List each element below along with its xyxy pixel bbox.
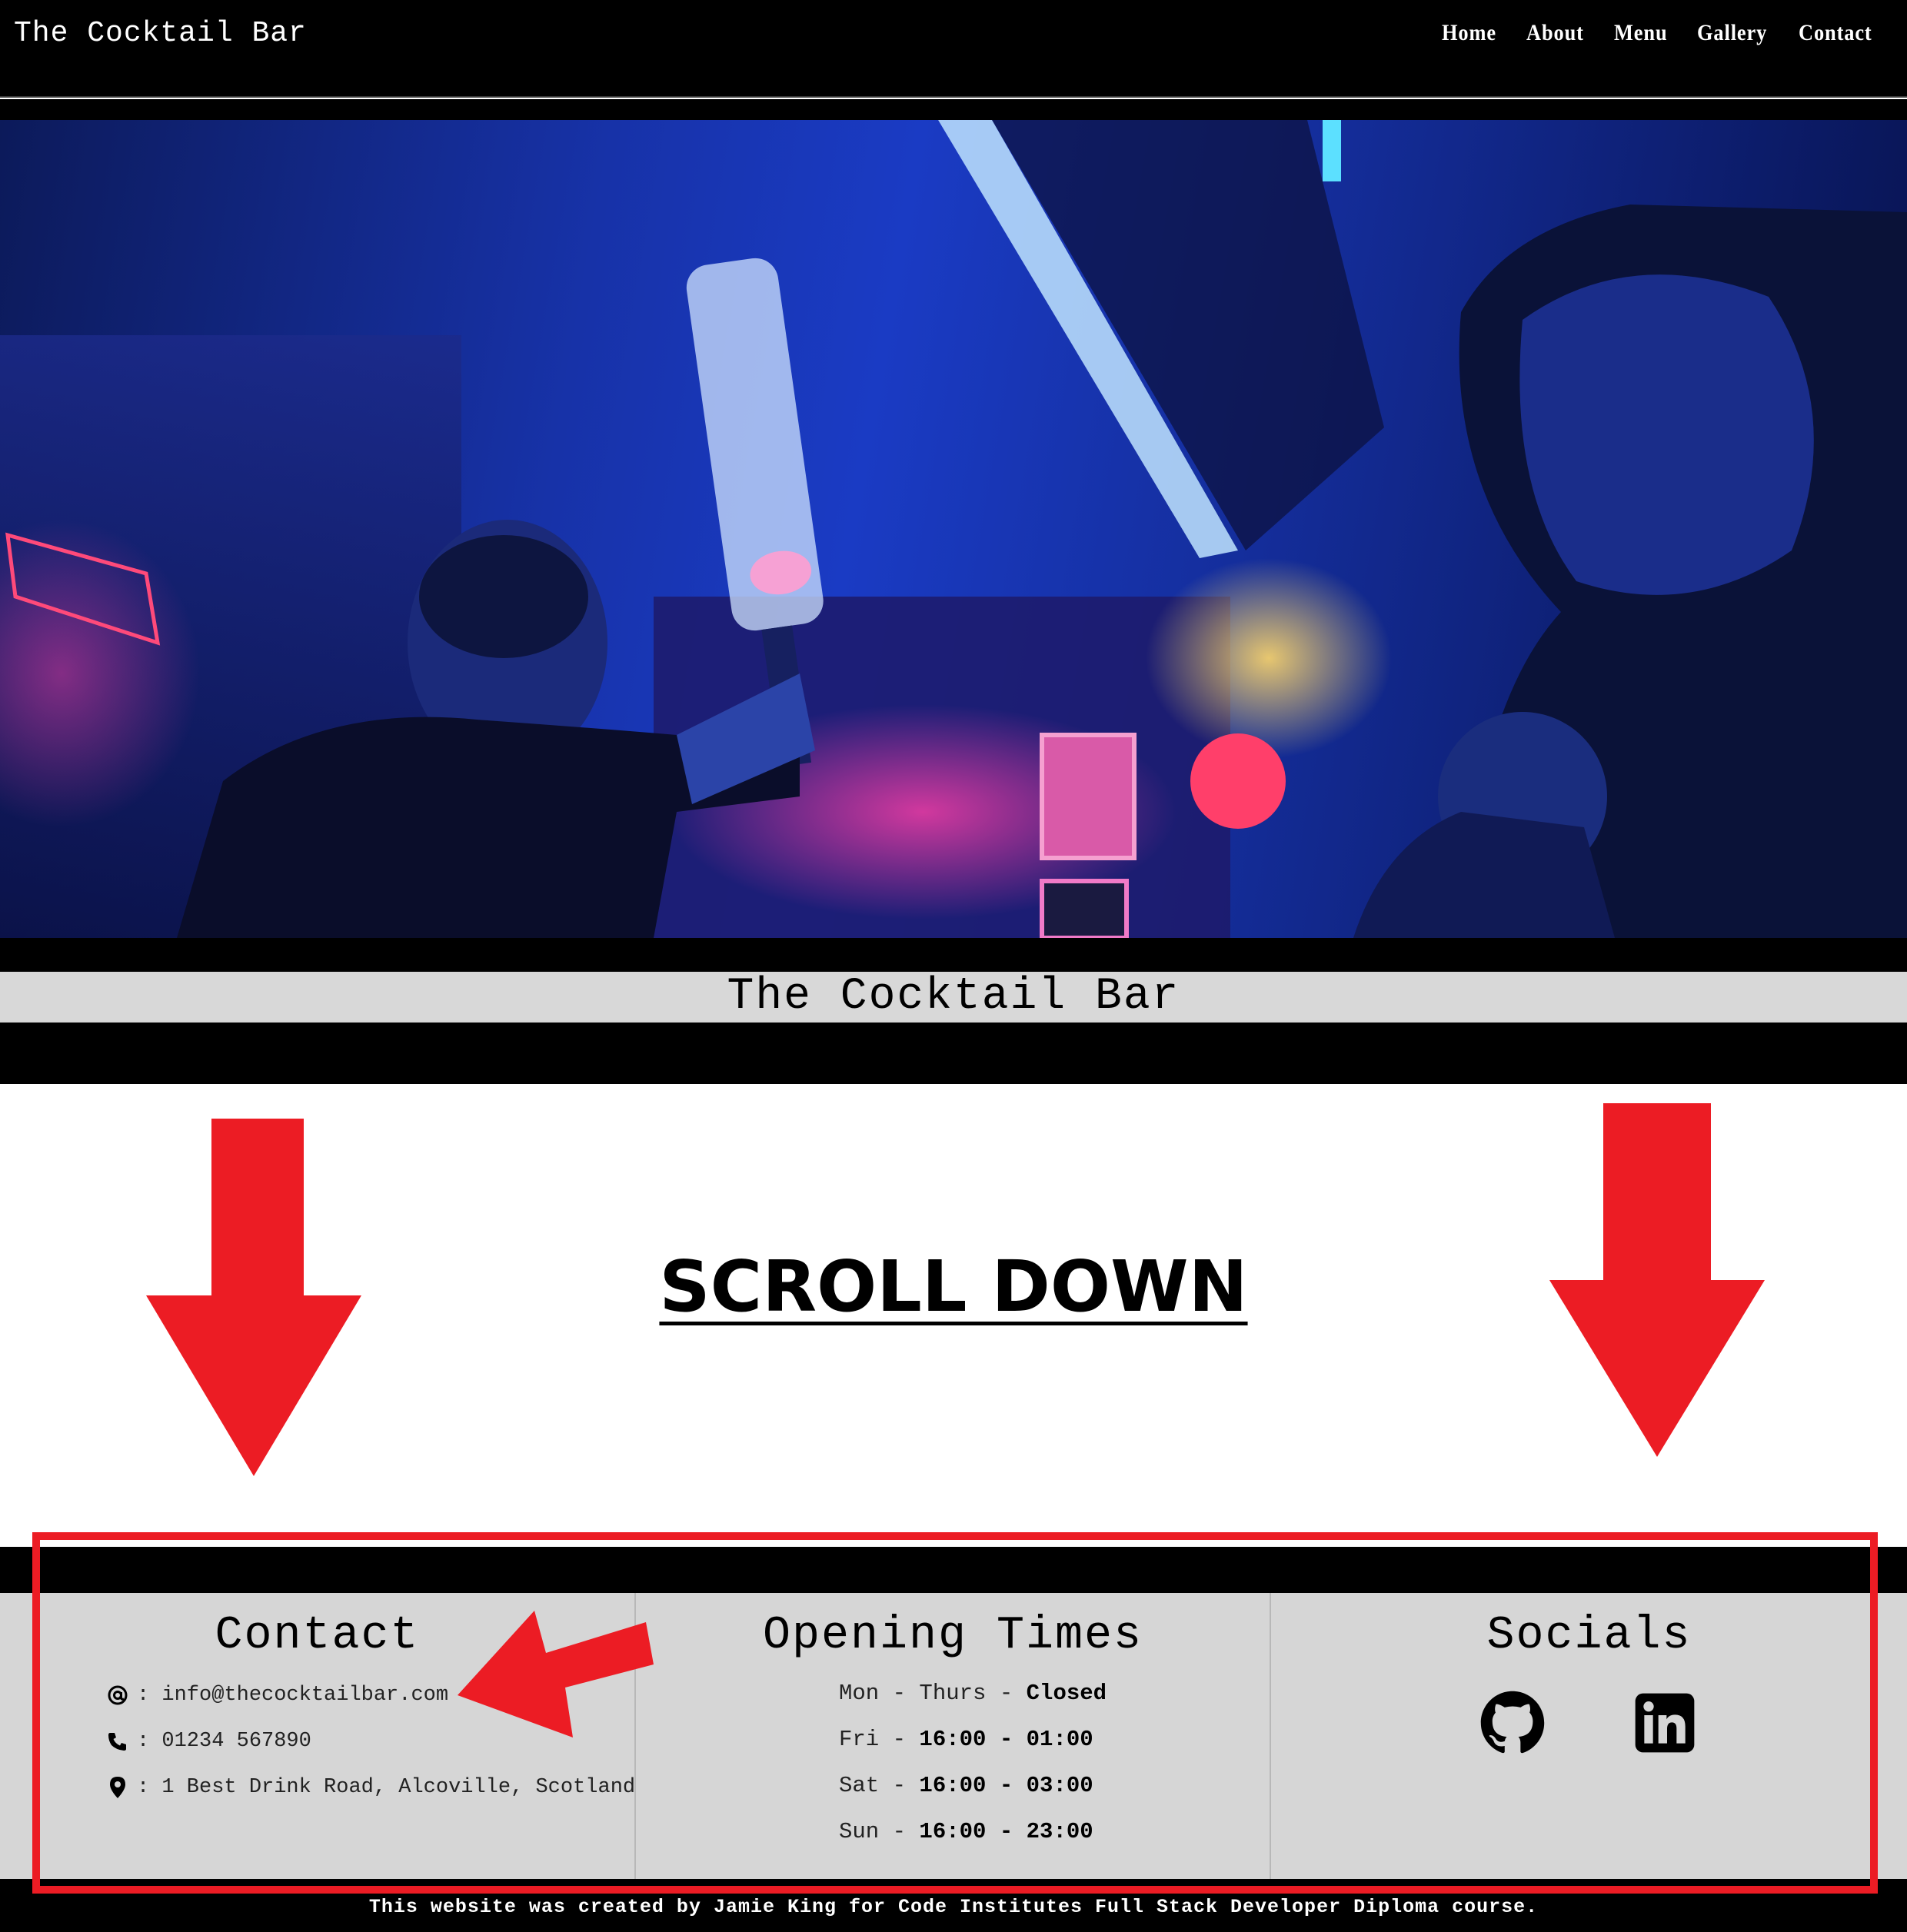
footer-top-band [0, 1547, 1907, 1593]
times-hours: 16:00 - 01:00 [919, 1727, 1093, 1752]
footer: Contact : info@thecocktailbar.com : 0123… [0, 1593, 1907, 1879]
contact-address: : 1 Best Drink Road, Alcoville, Scotland [137, 1776, 636, 1799]
contact-address-row: : 1 Best Drink Road, Alcoville, Scotland [106, 1776, 635, 1799]
location-pin-icon [106, 1776, 129, 1799]
contact-phone-row: : 01234 567890 [106, 1730, 311, 1753]
hero-title-bar: The Cocktail Bar [0, 972, 1907, 1023]
hero-image [0, 120, 1907, 938]
times-row-sat: Sat - 16:00 - 03:00 [839, 1773, 1093, 1798]
left-arrow-icon [458, 1611, 654, 1737]
nav-link-home[interactable]: Home [1442, 20, 1496, 46]
contact-email-row: : info@thecocktailbar.com [106, 1684, 448, 1707]
navbar: The Cocktail Bar Home About Menu Gallery… [0, 0, 1907, 98]
phone-icon [106, 1730, 129, 1753]
times-day: Sun - [839, 1819, 907, 1844]
contact-phone[interactable]: : 01234 567890 [137, 1730, 311, 1753]
times-row-sun: Sun - 16:00 - 23:00 [839, 1819, 1093, 1844]
scroll-down-label: SCROLL DOWN [659, 1245, 1248, 1328]
nav-link-about[interactable]: About [1526, 20, 1584, 46]
hero-bottom-band [0, 938, 1907, 972]
times-row-mon-thurs: Mon - Thurs - Closed [839, 1681, 1107, 1706]
opening-times-heading: Opening Times [762, 1610, 1143, 1662]
times-hours: Closed [1026, 1681, 1107, 1706]
nav-link-gallery[interactable]: Gallery [1697, 20, 1767, 46]
linkedin-icon[interactable] [1634, 1692, 1696, 1754]
nav-link-contact[interactable]: Contact [1799, 20, 1872, 46]
times-day: Sat - [839, 1773, 907, 1798]
footer-socials-column: Socials [1270, 1593, 1907, 1879]
hero-title: The Cocktail Bar [727, 972, 1180, 1022]
nav-links: Home About Menu Gallery Contact [1442, 20, 1882, 46]
socials-heading: Socials [1486, 1610, 1692, 1662]
times-row-fri: Fri - 16:00 - 01:00 [839, 1727, 1093, 1752]
credit-text: This website was created by Jamie King f… [368, 1896, 1539, 1918]
times-hours: 16:00 - 23:00 [919, 1819, 1093, 1844]
times-hours: 16:00 - 03:00 [919, 1773, 1093, 1798]
navbar-divider [0, 99, 1907, 120]
nav-link-menu[interactable]: Menu [1614, 20, 1668, 46]
times-day: Mon - Thurs - [839, 1681, 1013, 1706]
hero-lower-band [0, 1023, 1907, 1084]
times-day: Fri - [839, 1727, 907, 1752]
brand-logo[interactable]: The Cocktail Bar [14, 17, 307, 50]
at-sign-icon [106, 1684, 129, 1707]
contact-email[interactable]: : info@thecocktailbar.com [137, 1684, 448, 1707]
credit-bar: This website was created by Jamie King f… [0, 1879, 1907, 1932]
github-icon[interactable] [1479, 1690, 1546, 1756]
footer-opening-times-column: Opening Times Mon - Thurs - Closed Fri -… [634, 1593, 1270, 1879]
